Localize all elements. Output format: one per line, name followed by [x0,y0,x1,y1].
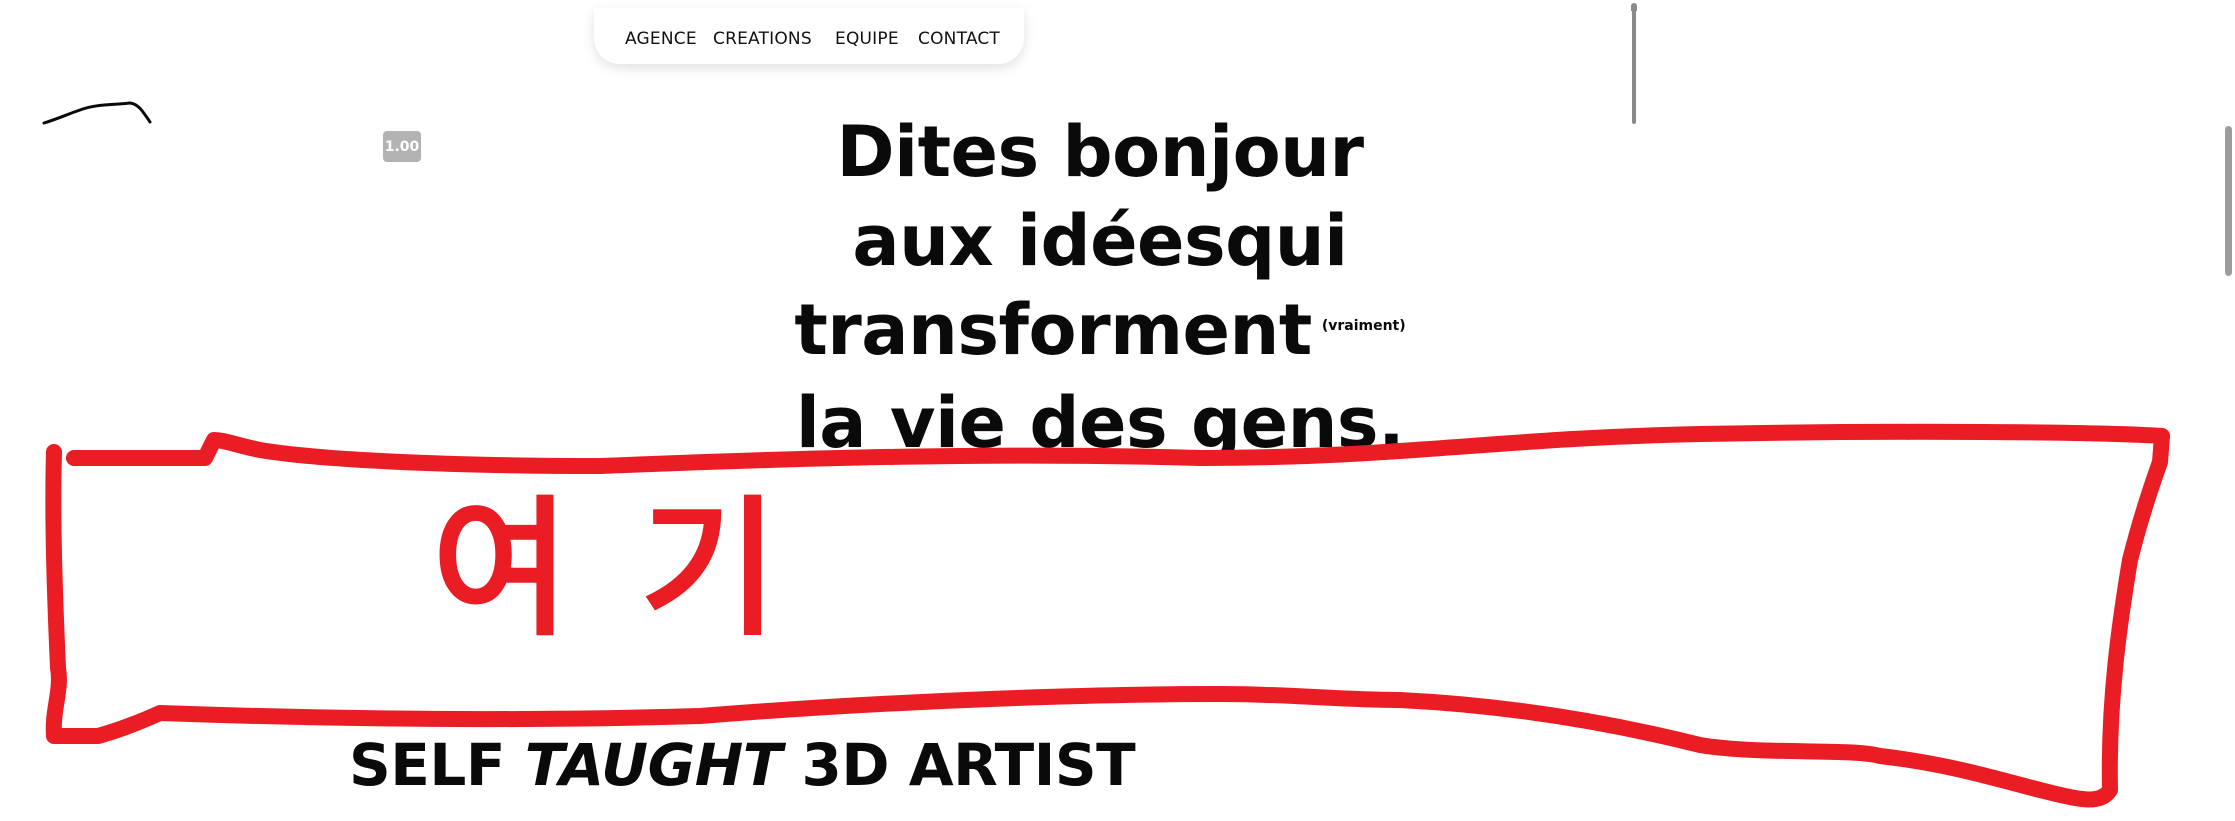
nav-link-creations[interactable]: CREATIONS [713,29,812,49]
hero-line-3: transforment [794,289,1312,371]
hero-line-3-wrap: transforment (vraiment) [700,286,1500,379]
hero-aside-text: (vraiment) [1321,318,1406,335]
nav-link-agence[interactable]: AGENCE [625,29,697,49]
subtitle-part-2: TAUGHT [524,731,783,799]
subtitle-part-3: 3D ARTIST [801,731,1136,799]
hero-line-4: la vie des gens. [795,382,1405,465]
page-scrollbar-thumb[interactable] [2225,126,2232,276]
fps-counter-badge: 1.00 [383,131,421,162]
subtitle-heading: SELF TAUGHT 3D ARTIST [349,730,1136,800]
top-nav: AGENCE CREATIONS EQUIPE CONTACT [594,8,1024,64]
annotation-handwritten-text: 여기 [432,483,849,657]
hero-line-2: aux idéesqui [852,200,1348,282]
nav-link-contact[interactable]: CONTACT [918,29,1000,49]
hero-line-1: Dites bonjour [836,111,1364,193]
hero-heading: Dites bonjour aux idéesqui transforment (… [700,108,1500,468]
page: AGENCE CREATIONS EQUIPE CONTACT 1.00 Dit… [0,0,2235,821]
canvas-vertical-bar [1632,6,1636,124]
nav-link-equipe[interactable]: EQUIPE [835,29,899,49]
subtitle-part-1: SELF [349,731,505,799]
